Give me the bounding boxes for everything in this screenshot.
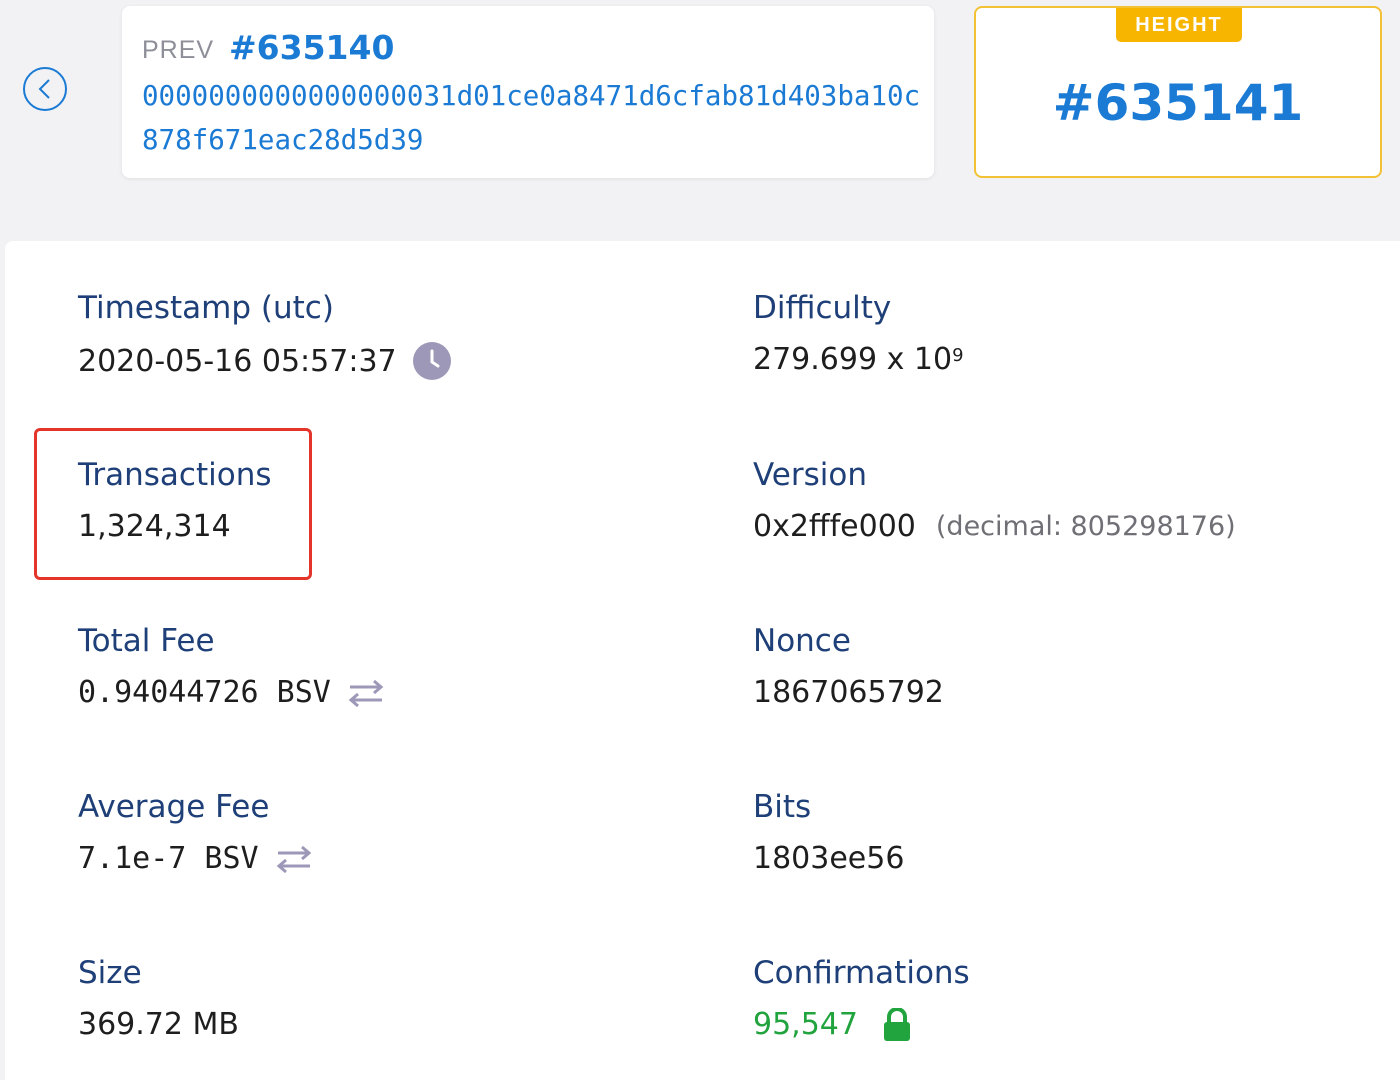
total-fee-row: 0.94044726 BSV <box>78 675 385 710</box>
average-fee-row: 7.1e-7 BSV <box>78 841 313 876</box>
prev-block-hash-link[interactable]: 0000000000000000031d01ce0a8471d6cfab81d4… <box>142 74 922 162</box>
timestamp-row: 2020-05-16 05:57:37 <box>78 342 451 380</box>
bits-label: Bits <box>753 789 812 825</box>
size-field: Size 369.72 MB <box>78 955 239 1042</box>
transactions-label: Transactions <box>78 457 272 493</box>
timestamp-label: Timestamp (utc) <box>78 290 334 326</box>
timestamp-field: Timestamp (utc) 2020-05-16 05:57:37 <box>78 290 451 380</box>
transactions-value: 1,324,314 <box>78 509 231 544</box>
timestamp-value: 2020-05-16 05:57:37 <box>78 343 397 379</box>
difficulty-field: Difficulty 279.699 x 10 9 <box>753 290 964 377</box>
chevron-left-icon <box>36 78 54 100</box>
nonce-label: Nonce <box>753 623 851 659</box>
confirmations-label: Confirmations <box>753 955 970 991</box>
version-value: 0x2fffe000 <box>753 509 916 544</box>
confirmations-row: 95,547 <box>753 1007 912 1042</box>
height-badge: HEIGHT <box>1116 8 1242 42</box>
average-fee-label: Average Fee <box>78 789 270 825</box>
swap-arrows-icon[interactable] <box>347 678 385 708</box>
version-label: Version <box>753 457 867 493</box>
average-fee-field: Average Fee 7.1e-7 BSV <box>78 789 311 876</box>
version-field: Version 0x2fffe000 (decimal: 805298176) <box>753 457 1236 544</box>
total-fee-field: Total Fee 0.94044726 BSV <box>78 623 384 710</box>
bits-value: 1803ee56 <box>753 841 905 876</box>
previous-block-card: PREV #635140 0000000000000000031d01ce0a8… <box>122 6 934 178</box>
swap-arrows-icon[interactable] <box>275 844 313 874</box>
difficulty-value: 279.699 x 10 <box>753 342 953 377</box>
total-fee-label: Total Fee <box>78 623 215 659</box>
block-height-card: HEIGHT #635141 <box>974 6 1382 178</box>
difficulty-exponent: 9 <box>952 345 964 366</box>
confirmations-field: Confirmations 95,547 <box>753 955 970 1042</box>
transactions-field: Transactions 1,324,314 <box>78 457 272 544</box>
clock-icon[interactable] <box>412 342 451 380</box>
size-value: 369.72 MB <box>78 1007 239 1042</box>
version-decimal-note: (decimal: 805298176) <box>935 511 1236 542</box>
average-fee-value: 7.1e-7 BSV <box>78 841 259 876</box>
difficulty-label: Difficulty <box>753 290 892 326</box>
nonce-value: 1867065792 <box>753 675 944 710</box>
prev-label: PREV <box>142 36 215 64</box>
nonce-row: 1867065792 <box>753 675 944 710</box>
transactions-row: 1,324,314 <box>78 509 231 544</box>
prev-block-number-link[interactable]: #635140 <box>229 28 394 67</box>
confirmations-value: 95,547 <box>753 1007 858 1042</box>
bits-field: Bits 1803ee56 <box>753 789 904 876</box>
previous-block-button[interactable] <box>23 67 67 111</box>
bits-row: 1803ee56 <box>753 841 904 876</box>
difficulty-row: 279.699 x 10 9 <box>753 342 964 377</box>
version-row: 0x2fffe000 (decimal: 805298176) <box>753 509 1236 544</box>
lock-icon <box>882 1007 912 1042</box>
nonce-field: Nonce 1867065792 <box>753 623 944 710</box>
total-fee-value: 0.94044726 BSV <box>78 675 331 710</box>
size-row: 369.72 MB <box>78 1007 239 1042</box>
block-height-value: #635141 <box>1052 74 1304 132</box>
size-label: Size <box>78 955 142 991</box>
